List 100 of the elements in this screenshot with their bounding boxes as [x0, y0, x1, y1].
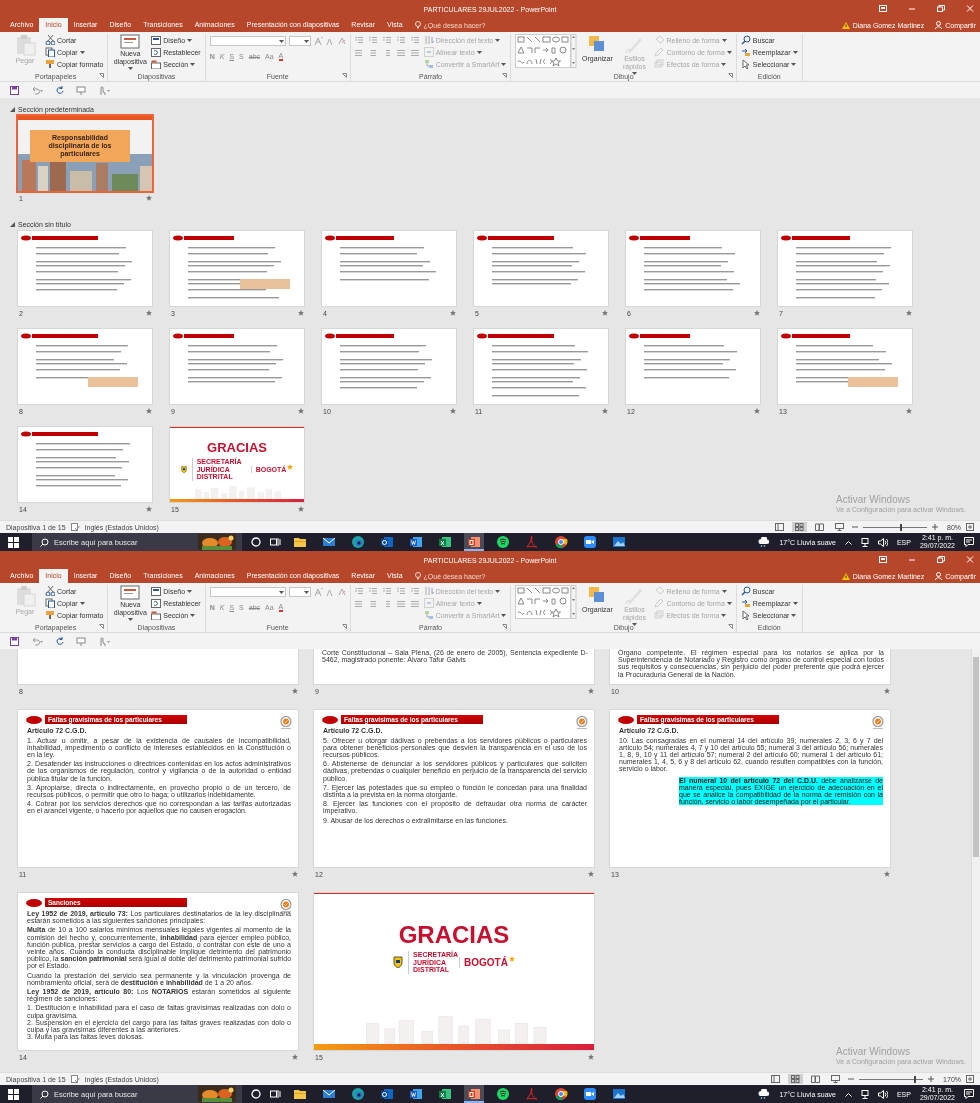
- mail-app-icon: [322, 1087, 336, 1101]
- slide-thumbnail[interactable]: [778, 329, 912, 404]
- proofing-icon[interactable]: [70, 1075, 80, 1083]
- crest-icon: [180, 466, 187, 474]
- seal-icon: [280, 716, 292, 730]
- chevron-up-icon[interactable]: [844, 1091, 852, 1097]
- windows-start-icon[interactable]: [8, 1088, 19, 1100]
- dialog-launcher-icon[interactable]: [341, 624, 347, 629]
- slideshow-icon[interactable]: [832, 522, 847, 532]
- slide-thumbnail[interactable]: [322, 231, 456, 306]
- scissors-icon: [45, 35, 55, 45]
- dialog-launcher-icon[interactable]: [727, 73, 733, 78]
- restore-icon[interactable]: [937, 5, 945, 12]
- slide-thumbnail[interactable]: [18, 893, 298, 1050]
- normal-view-icon[interactable]: [772, 522, 787, 532]
- slide-thumbnail[interactable]: [474, 329, 608, 404]
- dialog-launcher-icon[interactable]: [502, 624, 508, 629]
- slide-thumbnail[interactable]: [610, 710, 890, 867]
- display-options-icon[interactable]: [879, 556, 887, 563]
- email-app-icon: [380, 535, 394, 549]
- document-app-icon: [409, 1087, 423, 1101]
- dialog-launcher-icon[interactable]: [99, 73, 105, 78]
- font-name-field[interactable]: [209, 36, 286, 46]
- slide-thumbnail[interactable]: [170, 329, 304, 404]
- restore-icon[interactable]: [937, 556, 945, 563]
- display-options-icon[interactable]: [879, 5, 887, 12]
- star-icon: [450, 408, 456, 414]
- save-icon[interactable]: [10, 85, 19, 95]
- font-name-field[interactable]: [209, 587, 286, 597]
- shapes-gallery[interactable]: [515, 34, 578, 68]
- warning-icon: [841, 572, 850, 580]
- slide-thumbnail[interactable]: [170, 231, 304, 306]
- slide-thumbnail[interactable]: [18, 649, 298, 684]
- font-size-field[interactable]: [288, 36, 311, 46]
- dialog-launcher-icon[interactable]: [727, 624, 733, 629]
- reading-view-icon[interactable]: [812, 522, 827, 532]
- star-icon: [588, 1054, 594, 1060]
- slide-thumbnail[interactable]: [18, 427, 152, 502]
- seal-icon: [576, 716, 588, 730]
- star-icon: [287, 463, 294, 470]
- slide-thumbnail[interactable]: [18, 231, 152, 306]
- close-icon[interactable]: [966, 5, 974, 12]
- slide-thumbnail[interactable]: [322, 329, 456, 404]
- video-camera-icon: [583, 1087, 597, 1101]
- font-size-field[interactable]: [288, 587, 311, 597]
- title-marker-icon: [618, 715, 634, 724]
- undo-icon[interactable]: [31, 636, 43, 646]
- section-icon: [151, 59, 162, 69]
- task-view-icon[interactable]: [270, 537, 281, 547]
- scrollbar[interactable]: [971, 649, 980, 1072]
- lightbulb-icon: [414, 21, 421, 29]
- section-icon: [151, 610, 162, 620]
- slide-thumbnail[interactable]: [18, 710, 298, 867]
- slide-thumbnail[interactable]: [626, 329, 760, 404]
- notification-icon[interactable]: [964, 537, 974, 547]
- slide-thumbnail[interactable]: [474, 231, 608, 306]
- smartart-icon: [423, 610, 434, 620]
- reading-view-glyph-icon: [815, 523, 824, 531]
- star-icon: [884, 688, 890, 694]
- speaker-icon[interactable]: [877, 1089, 888, 1099]
- cursor-icon: [740, 59, 751, 69]
- speaker-icon[interactable]: [877, 537, 888, 547]
- slide-sorter-icon[interactable]: [788, 1074, 804, 1084]
- windows-start-icon[interactable]: [8, 536, 19, 548]
- text-direction-icon: [423, 35, 434, 45]
- dialog-launcher-icon[interactable]: [99, 624, 105, 629]
- zoom-in-icon[interactable]: [932, 524, 938, 530]
- slide-sorter-glyph-icon: [795, 523, 804, 531]
- redo-icon[interactable]: [55, 85, 64, 95]
- proofing-icon[interactable]: [70, 523, 80, 531]
- circle-icon[interactable]: [251, 1089, 261, 1099]
- star-icon: [508, 956, 515, 963]
- copy-icon: [45, 47, 55, 57]
- fit-window-icon[interactable]: [966, 1075, 974, 1083]
- chevron-up-icon[interactable]: [844, 539, 852, 545]
- smartart-icon: [423, 59, 434, 69]
- notification-icon[interactable]: [964, 1089, 974, 1099]
- dialog-launcher-icon[interactable]: [502, 73, 508, 78]
- slide-thumbnail[interactable]: [778, 231, 912, 306]
- redo-icon[interactable]: [55, 636, 64, 646]
- shapes-gallery[interactable]: [515, 585, 578, 619]
- search-icon: [40, 538, 49, 547]
- circle-icon[interactable]: [251, 537, 261, 547]
- zoom-in-icon[interactable]: [928, 1076, 935, 1082]
- close-icon[interactable]: [966, 556, 974, 563]
- slide-thumbnail[interactable]: [314, 710, 594, 867]
- slideshow-glyph-icon: [835, 523, 844, 531]
- save-icon[interactable]: [10, 636, 19, 646]
- network-icon[interactable]: [860, 537, 869, 547]
- task-view-icon[interactable]: [270, 1089, 281, 1099]
- dialog-launcher-icon[interactable]: [341, 73, 347, 78]
- slide-thumbnail[interactable]: [610, 649, 890, 684]
- slide-thumbnail[interactable]: [626, 231, 760, 306]
- fit-window-icon[interactable]: [966, 523, 974, 531]
- network-icon[interactable]: [860, 1089, 869, 1099]
- slide-sorter-icon[interactable]: [792, 522, 807, 532]
- align-text-icon: [423, 598, 434, 608]
- slide-thumbnail[interactable]: [18, 329, 152, 404]
- browser-icon: [554, 1087, 568, 1101]
- undo-icon[interactable]: [31, 85, 43, 95]
